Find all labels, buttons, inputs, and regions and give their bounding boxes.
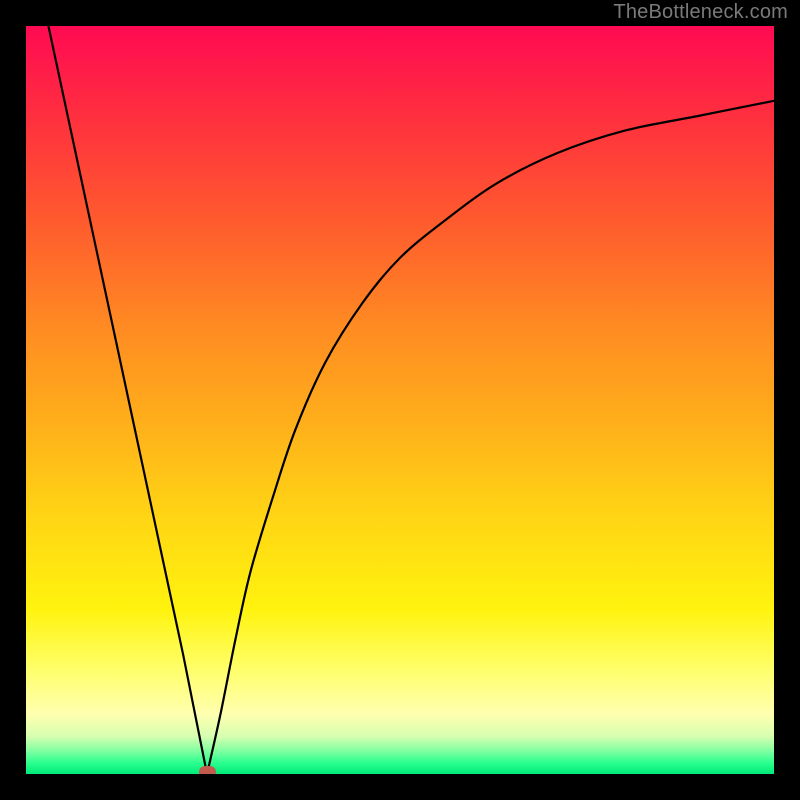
chart-container: TheBottleneck.com xyxy=(0,0,800,800)
minimum-marker-icon xyxy=(199,766,216,774)
curve-line xyxy=(48,26,774,774)
bottleneck-curve xyxy=(26,26,774,774)
attribution-text: TheBottleneck.com xyxy=(613,1,788,24)
plot-area xyxy=(26,26,774,774)
